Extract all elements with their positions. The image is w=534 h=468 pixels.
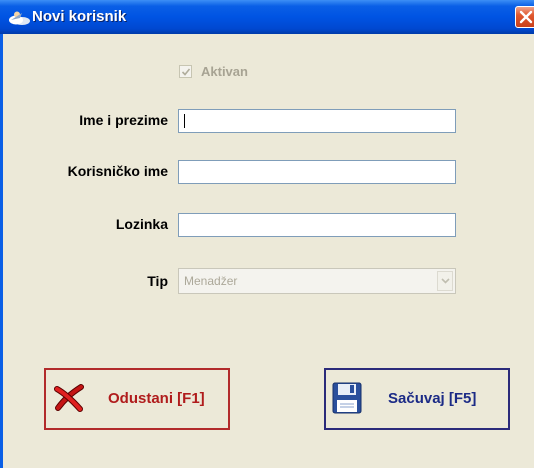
save-button[interactable]: Sačuvaj [F5]	[324, 368, 510, 430]
username-label: Korisničko ime	[67, 163, 168, 179]
checkbox-box[interactable]	[179, 65, 192, 78]
close-icon	[519, 10, 533, 24]
save-button-label: Sačuvaj [F5]	[388, 390, 477, 407]
username-input[interactable]	[178, 160, 456, 184]
cancel-button[interactable]: Odustani [F1]	[44, 368, 230, 430]
password-label: Lozinka	[115, 216, 168, 232]
window-title: Novi korisnik	[32, 8, 127, 25]
users-icon	[8, 10, 30, 25]
window-border	[0, 34, 3, 468]
full-name-label: Ime i prezime	[79, 112, 168, 128]
title-bar[interactable]: Novi korisnik	[0, 0, 534, 34]
full-name-input[interactable]	[178, 109, 456, 133]
dropdown-button[interactable]	[437, 271, 453, 291]
password-input[interactable]	[178, 213, 456, 237]
cancel-button-label: Odustani [F1]	[108, 390, 205, 407]
text-cursor	[184, 114, 185, 128]
checkmark-icon	[181, 68, 191, 76]
close-button[interactable]	[515, 6, 534, 28]
type-select-value: Menadžer	[184, 274, 238, 288]
x-cancel-icon	[54, 384, 84, 417]
dialog-window: Novi korisnik Aktivan Ime i prezime Kori…	[0, 0, 534, 468]
type-label: Tip	[147, 273, 168, 289]
active-checkbox-label: Aktivan	[201, 64, 248, 79]
floppy-disk-icon	[332, 382, 362, 419]
type-select[interactable]: Menadžer	[178, 268, 456, 294]
chevron-down-icon	[441, 278, 450, 284]
